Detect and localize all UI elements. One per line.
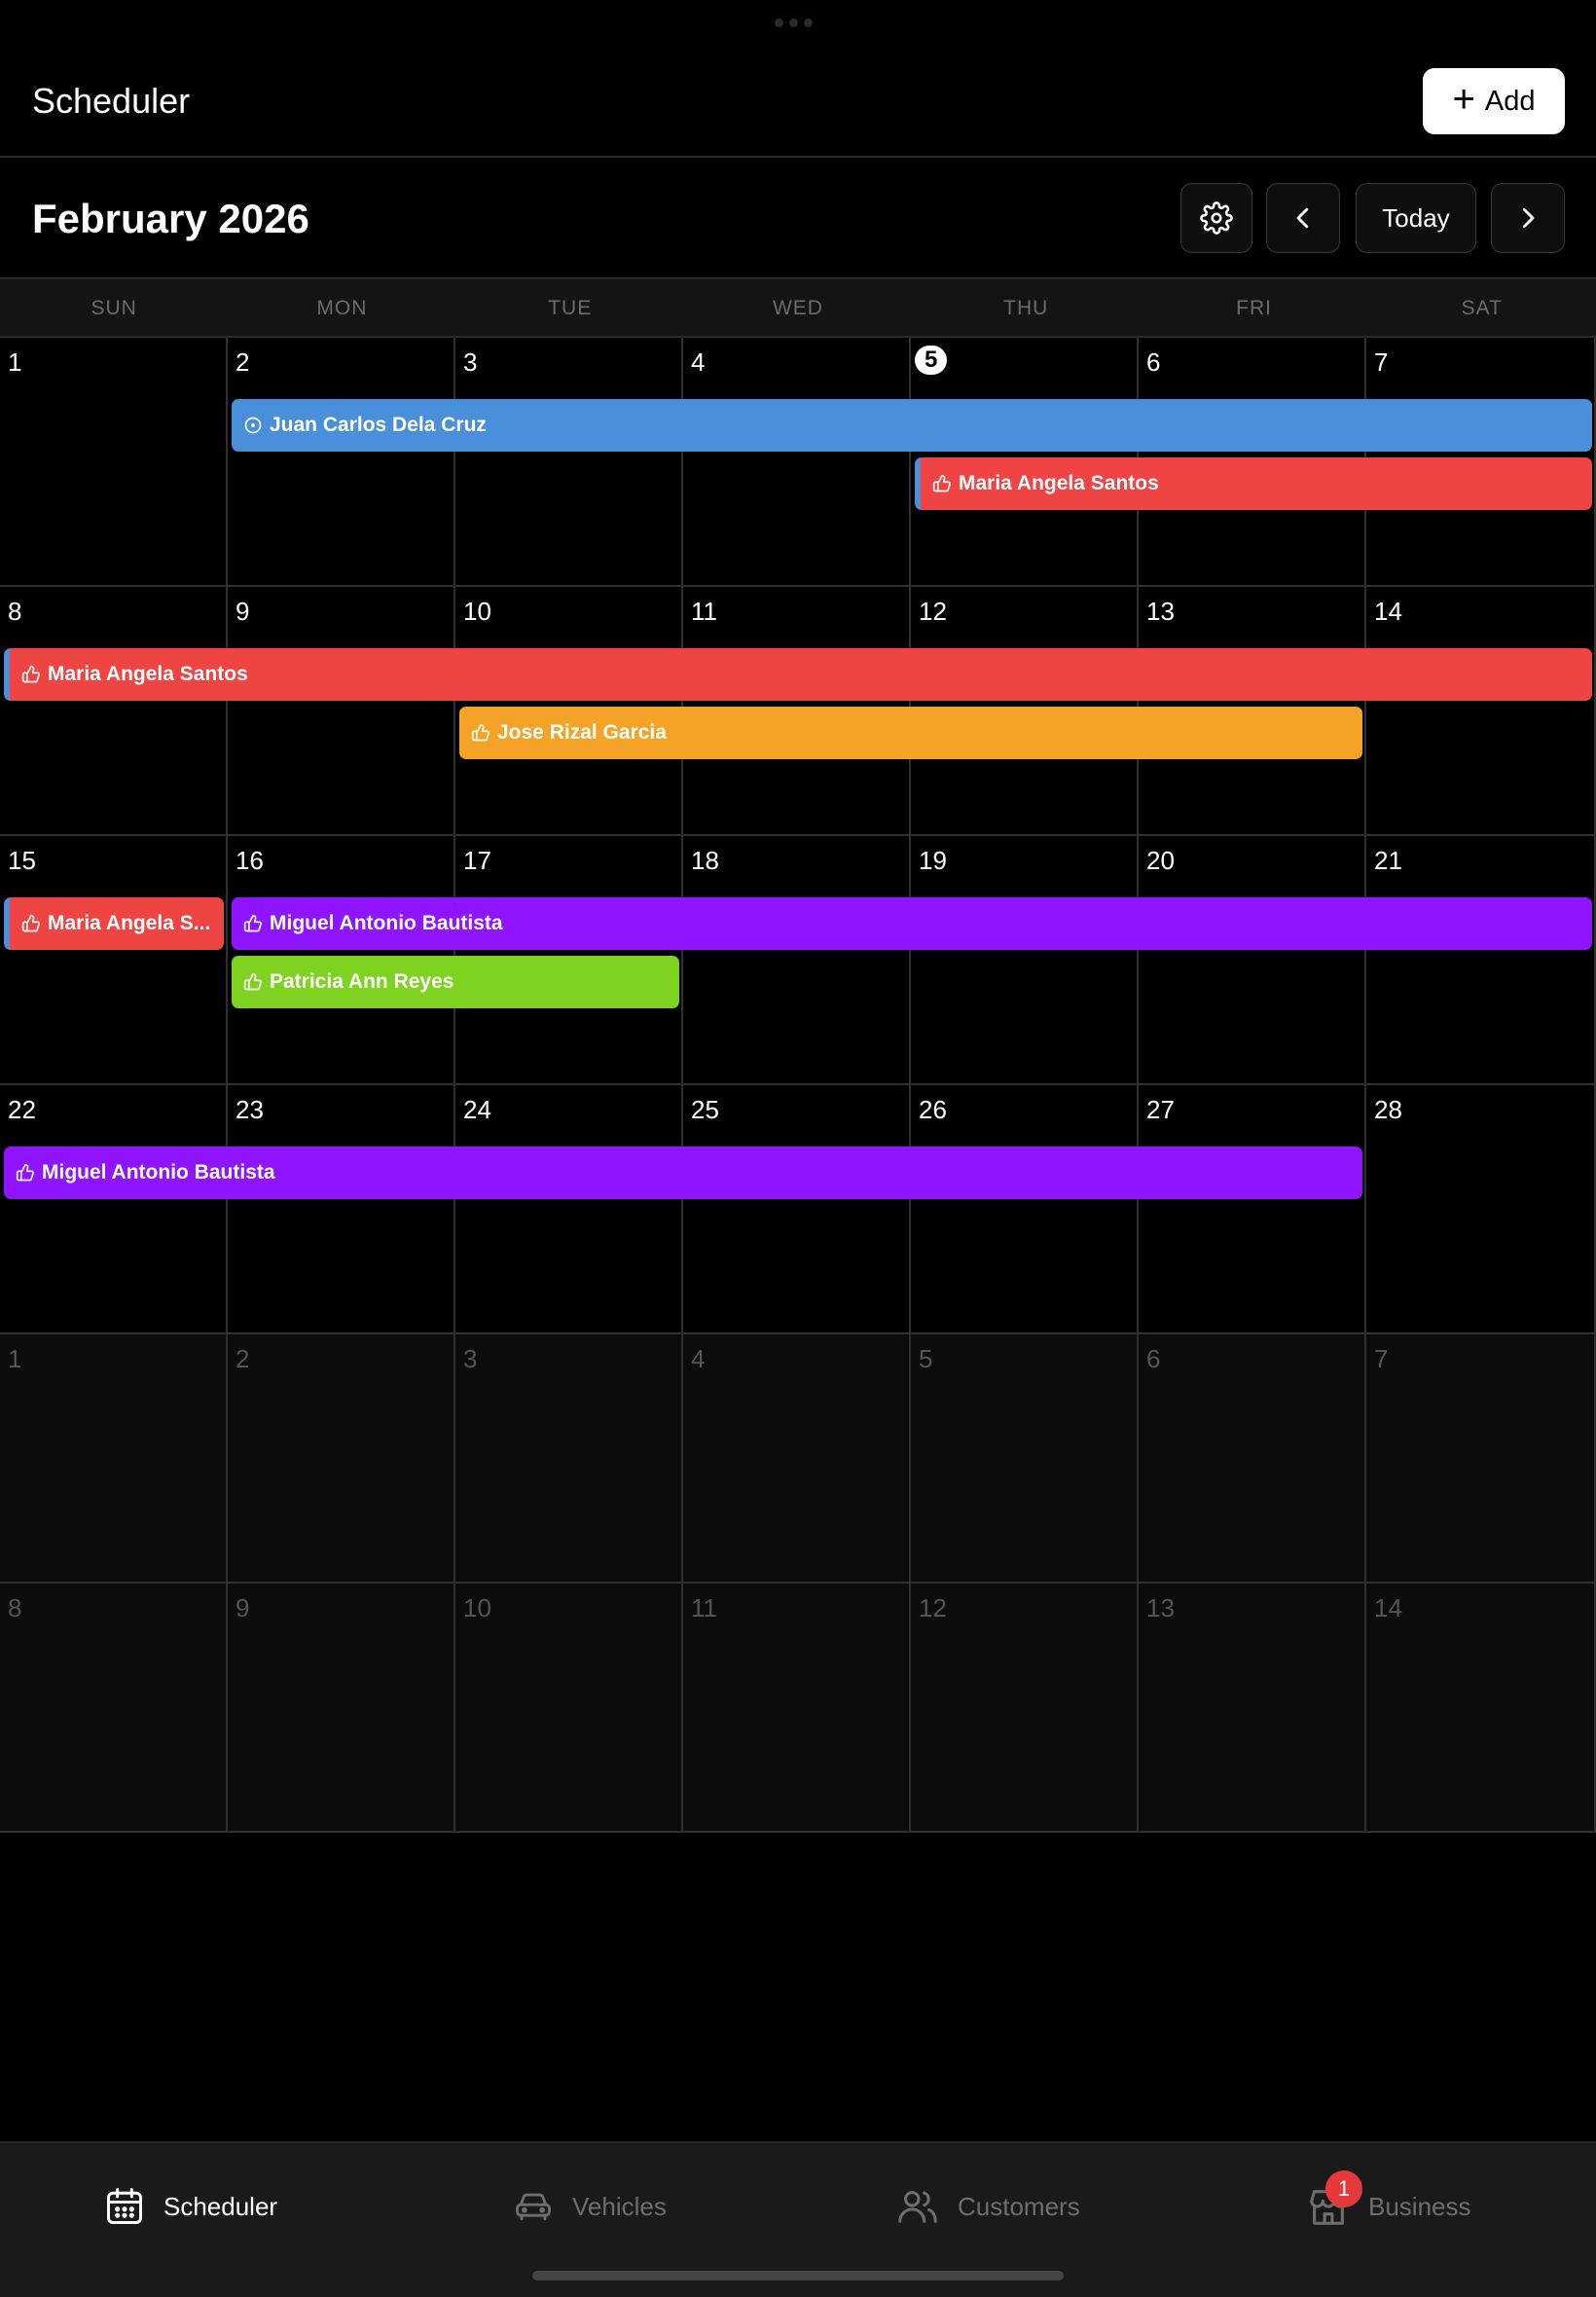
add-button[interactable]: + Add — [1423, 68, 1565, 134]
weekday-mon: MON — [316, 297, 368, 319]
home-indicator — [532, 2271, 1064, 2280]
event-bar[interactable]: Maria Angela Santos — [4, 648, 1592, 701]
window-handle[interactable] — [775, 18, 821, 28]
event-bar[interactable]: Miguel Antonio Bautista — [4, 1147, 1362, 1199]
thumbs-up-icon — [932, 474, 952, 493]
event-bar[interactable]: Miguel Antonio Bautista — [232, 897, 1592, 950]
event-bar[interactable]: Patricia Ann Reyes — [232, 956, 679, 1008]
previous-month-button[interactable] — [1266, 183, 1340, 253]
tab-vehicles-label: Vehicles — [572, 2191, 667, 2221]
plus-icon: + — [1452, 78, 1475, 121]
thumbs-up-icon — [471, 723, 490, 743]
thumbs-up-icon — [21, 665, 41, 684]
weekday-sun: SUN — [91, 297, 137, 319]
gear-icon — [1200, 201, 1233, 235]
event-bar[interactable]: Jose Rizal Garcia — [459, 707, 1362, 759]
tab-business-label: Business — [1368, 2191, 1471, 2221]
today-button[interactable]: Today — [1356, 183, 1476, 253]
event-label: Maria Angela S... — [48, 912, 211, 934]
tab-customers[interactable]: Customers — [895, 2172, 1080, 2241]
event-label: Juan Carlos Dela Cruz — [270, 414, 487, 436]
weekday-wed: WED — [772, 297, 823, 319]
event-bar[interactable]: Maria Angela Santos — [915, 457, 1592, 510]
weekday-sat: SAT — [1461, 297, 1503, 319]
app-title: Scheduler — [32, 81, 191, 121]
tab-scheduler-label: Scheduler — [163, 2191, 278, 2221]
events-layer: Juan Carlos Dela Cruz Maria Angela Santos… — [0, 338, 1596, 1833]
event-bar[interactable]: Maria Angela S... — [4, 897, 224, 950]
thumbs-up-icon — [243, 914, 263, 933]
thumbs-up-icon — [21, 914, 41, 933]
car-icon — [516, 2193, 551, 2221]
tab-customers-label: Customers — [958, 2191, 1080, 2221]
thumbs-up-icon — [243, 972, 263, 992]
clock-circle-icon — [243, 416, 263, 435]
thumbs-up-icon — [16, 1163, 35, 1183]
calendar-icon — [107, 2188, 142, 2224]
next-month-button[interactable] — [1491, 183, 1565, 253]
weekday-tue: TUE — [548, 297, 593, 319]
event-label: Miguel Antonio Bautista — [42, 1161, 275, 1184]
weekday-header: SUN MON TUE WED THU FRI SAT — [0, 279, 1596, 338]
event-label: Patricia Ann Reyes — [270, 970, 454, 993]
chevron-left-icon — [1296, 207, 1309, 229]
event-bar[interactable]: Juan Carlos Dela Cruz — [232, 399, 1592, 452]
tab-scheduler[interactable]: Scheduler — [103, 2172, 277, 2241]
notification-badge: 1 — [1325, 2170, 1362, 2207]
event-label: Jose Rizal Garcia — [497, 721, 667, 744]
tab-business[interactable]: 1 Business — [1306, 2170, 1471, 2241]
event-label: Maria Angela Santos — [959, 472, 1159, 494]
users-icon — [898, 2191, 937, 2223]
tab-vehicles[interactable]: Vehicles — [512, 2172, 667, 2241]
header-divider — [0, 156, 1596, 158]
weekday-fri: FRI — [1236, 297, 1272, 319]
event-label: Maria Angela Santos — [48, 663, 248, 685]
event-label: Miguel Antonio Bautista — [270, 912, 503, 934]
weekday-thu: THU — [1003, 297, 1049, 319]
chevron-right-icon — [1522, 207, 1535, 229]
add-button-label: Add — [1484, 85, 1536, 117]
month-title: February 2026 — [32, 196, 309, 241]
settings-button[interactable] — [1180, 183, 1252, 253]
